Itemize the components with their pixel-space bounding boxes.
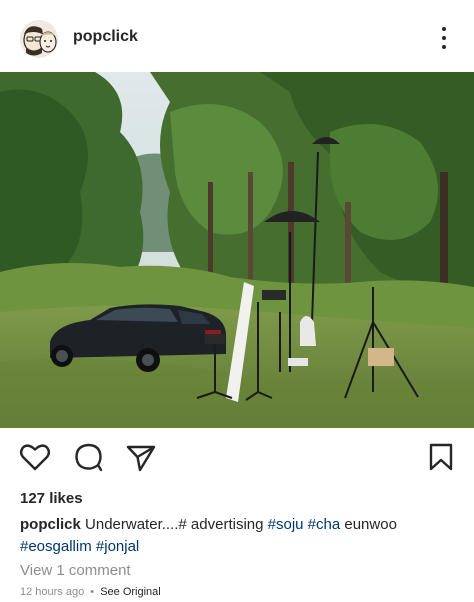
hashtag-eosgallim[interactable]: #eosgallim [20, 538, 92, 555]
post-caption: popclick Underwater....# advertising #so… [20, 514, 460, 558]
hashtag-jonjal[interactable]: #jonjal [96, 538, 139, 555]
post-photo[interactable] [0, 72, 474, 428]
forest-photoshoot-image [0, 72, 474, 428]
see-original-link[interactable]: See Original [100, 586, 161, 598]
post-header: popclick [0, 0, 474, 72]
heart-icon[interactable] [18, 440, 52, 474]
caption-username[interactable]: popclick [20, 516, 81, 533]
post-action-bar [0, 440, 474, 476]
more-vertical-icon[interactable] [432, 24, 456, 52]
avatar[interactable] [20, 20, 58, 58]
post-meta: 12 hours ago • See Original [20, 586, 161, 598]
caption-text: Underwater....# advertising [85, 516, 264, 533]
caption-text-name: eunwoo [344, 516, 397, 533]
hashtag-cha[interactable]: #cha [308, 516, 341, 533]
paper-plane-icon[interactable] [124, 440, 158, 474]
avatar-illustration [20, 20, 58, 58]
meta-separator: • [90, 586, 95, 598]
comment-bubble-icon[interactable] [72, 440, 106, 474]
post-username[interactable]: popclick [73, 28, 138, 46]
hashtag-soju[interactable]: #soju [268, 516, 304, 533]
likes-count[interactable]: 127 likes [20, 490, 83, 507]
view-comments-link[interactable]: View 1 comment [20, 562, 131, 579]
bookmark-icon[interactable] [424, 440, 458, 474]
timestamp: 12 hours ago [20, 586, 85, 598]
